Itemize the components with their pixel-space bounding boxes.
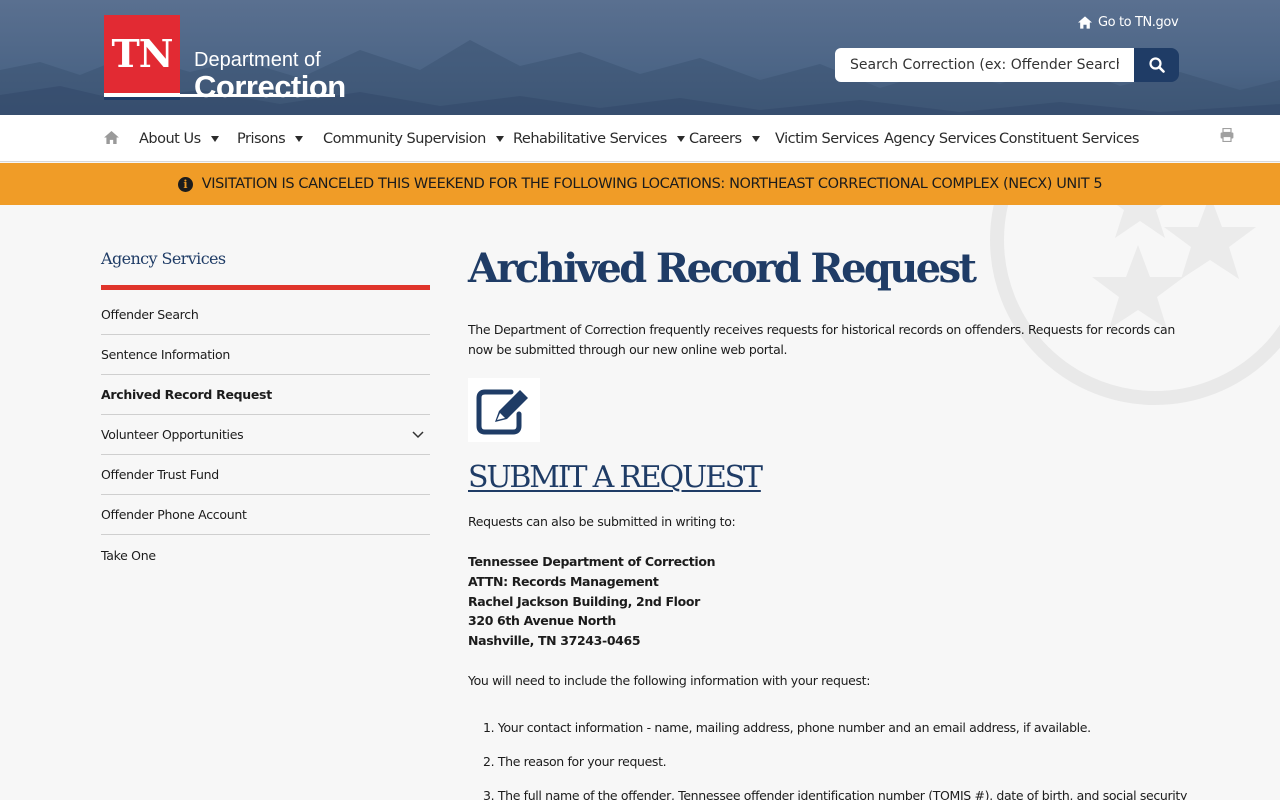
address-line: ATTN: Records Management [468,573,659,589]
sidebar-item-sentence-information[interactable]: Sentence Information [101,335,430,375]
sidebar-nav: Offender Search Sentence Information Arc… [101,295,430,575]
caret-down-icon [495,135,504,142]
nav-careers[interactable]: Careers [689,115,760,162]
sidebar-item-label: Offender Phone Account [101,507,247,522]
nav-constituent-services[interactable]: Constituent Services [999,115,1139,162]
address-line: 320 6th Avenue North [468,613,616,629]
sidebar-item-archived-record-request[interactable]: Archived Record Request [101,375,430,415]
logo-underline [104,94,335,97]
list-item: 1. Your contact information - name, mail… [483,720,1091,735]
include-note: You will need to include the following i… [468,673,871,688]
nav-rehabilitative-services[interactable]: Rehabilitative Services [513,115,685,162]
nav-careers-label: Careers [689,130,742,147]
go-to-tn-gov-link[interactable]: Go to TN.gov [1078,15,1179,30]
home-icon[interactable] [104,131,119,144]
sidebar-item-offender-trust-fund[interactable]: Offender Trust Fund [101,455,430,495]
alert-text: VISITATION IS CANCELED THIS WEEKEND FOR … [201,176,1103,192]
sidebar-item-label: Offender Search [101,307,199,322]
writing-note: Requests can also be submitted in writin… [468,514,736,529]
sidebar-item-take-one[interactable]: Take One [101,535,430,575]
tn-logo-badge: TN [104,15,180,100]
address-line: Nashville, TN 37243-0465 [468,633,641,649]
tn-star-seal-watermark [990,205,1280,405]
info-icon: i [177,176,193,192]
sidebar-item-volunteer-opportunities[interactable]: Volunteer Opportunities [101,415,430,455]
search-button[interactable] [1134,48,1179,82]
nav-agency-services[interactable]: Agency Services [884,115,997,162]
nav-victim-services[interactable]: Victim Services [775,115,879,162]
intro-paragraph: The Department of Correction frequently … [468,322,1175,357]
tn-doc-logo[interactable]: TN Department of Correction [104,15,346,103]
nav-about-us[interactable]: About Us [139,115,219,162]
address-line: Tennessee Department of Correction [468,554,716,569]
sidebar-item-label: Archived Record Request [101,387,272,402]
sidebar-item-label: Take One [101,547,156,563]
edit-icon [476,389,528,435]
main-content: Archived Record Request The Department o… [468,244,1188,800]
sidebar-item-label: Volunteer Opportunities [101,427,244,442]
home-icon [1078,16,1092,29]
list-item: 2. The reason for your request. [483,754,667,769]
nav-prisons-label: Prisons [237,130,286,147]
caret-down-icon [751,135,760,142]
page-title: Archived Record Request [468,245,977,292]
search-form [835,48,1179,82]
nav-constituent-services-label: Constituent Services [999,130,1139,147]
chevron-down-icon[interactable] [412,430,424,439]
visitation-alert-banner[interactable]: i VISITATION IS CANCELED THIS WEEKEND FO… [0,163,1280,205]
go-to-tn-gov-label: Go to TN.gov [1098,15,1179,30]
list-item: 3. The full name of the offender, Tennes… [483,788,1187,800]
nav-prisons[interactable]: Prisons [237,115,304,162]
search-input[interactable] [835,48,1134,82]
nav-agency-services-label: Agency Services [884,130,997,147]
sidebar-item-label: Offender Trust Fund [101,467,219,482]
caret-down-icon [210,135,219,142]
requirements-list: 1. Your contact information - name, mail… [483,718,1187,800]
nav-rehabilitative-services-label: Rehabilitative Services [513,130,667,147]
caret-down-icon [295,135,304,142]
nav-about-us-label: About Us [139,130,201,147]
main-nav: About Us Prisons Community Supervision R… [0,115,1280,162]
nav-community-supervision[interactable]: Community Supervision [323,115,504,162]
print-icon[interactable] [1220,128,1234,142]
caret-down-icon [676,135,685,142]
search-icon [1148,57,1165,73]
nav-community-supervision-label: Community Supervision [323,130,486,147]
mailing-address: Tennessee Department of Correction ATTN:… [468,552,715,651]
sidebar-divider [101,285,430,290]
nav-victim-services-label: Victim Services [775,130,879,147]
site-header: TN Department of Correction Go to TN.gov [0,0,1280,115]
logo-line1: Department of [194,49,321,71]
sidebar-item-label: Sentence Information [101,347,230,362]
sidebar-item-offender-phone-account[interactable]: Offender Phone Account [101,495,430,535]
edit-request-icon-link[interactable] [468,378,540,442]
submit-request-link[interactable]: SUBMIT A REQUEST [468,458,763,498]
sidebar-item-offender-search[interactable]: Offender Search [101,295,430,335]
address-line: Rachel Jackson Building, 2nd Floor [468,593,700,609]
sidebar-title[interactable]: Agency Services [101,249,226,268]
tn-logo-abbr: TN [111,31,173,76]
logo-line2: Correction [194,69,346,104]
